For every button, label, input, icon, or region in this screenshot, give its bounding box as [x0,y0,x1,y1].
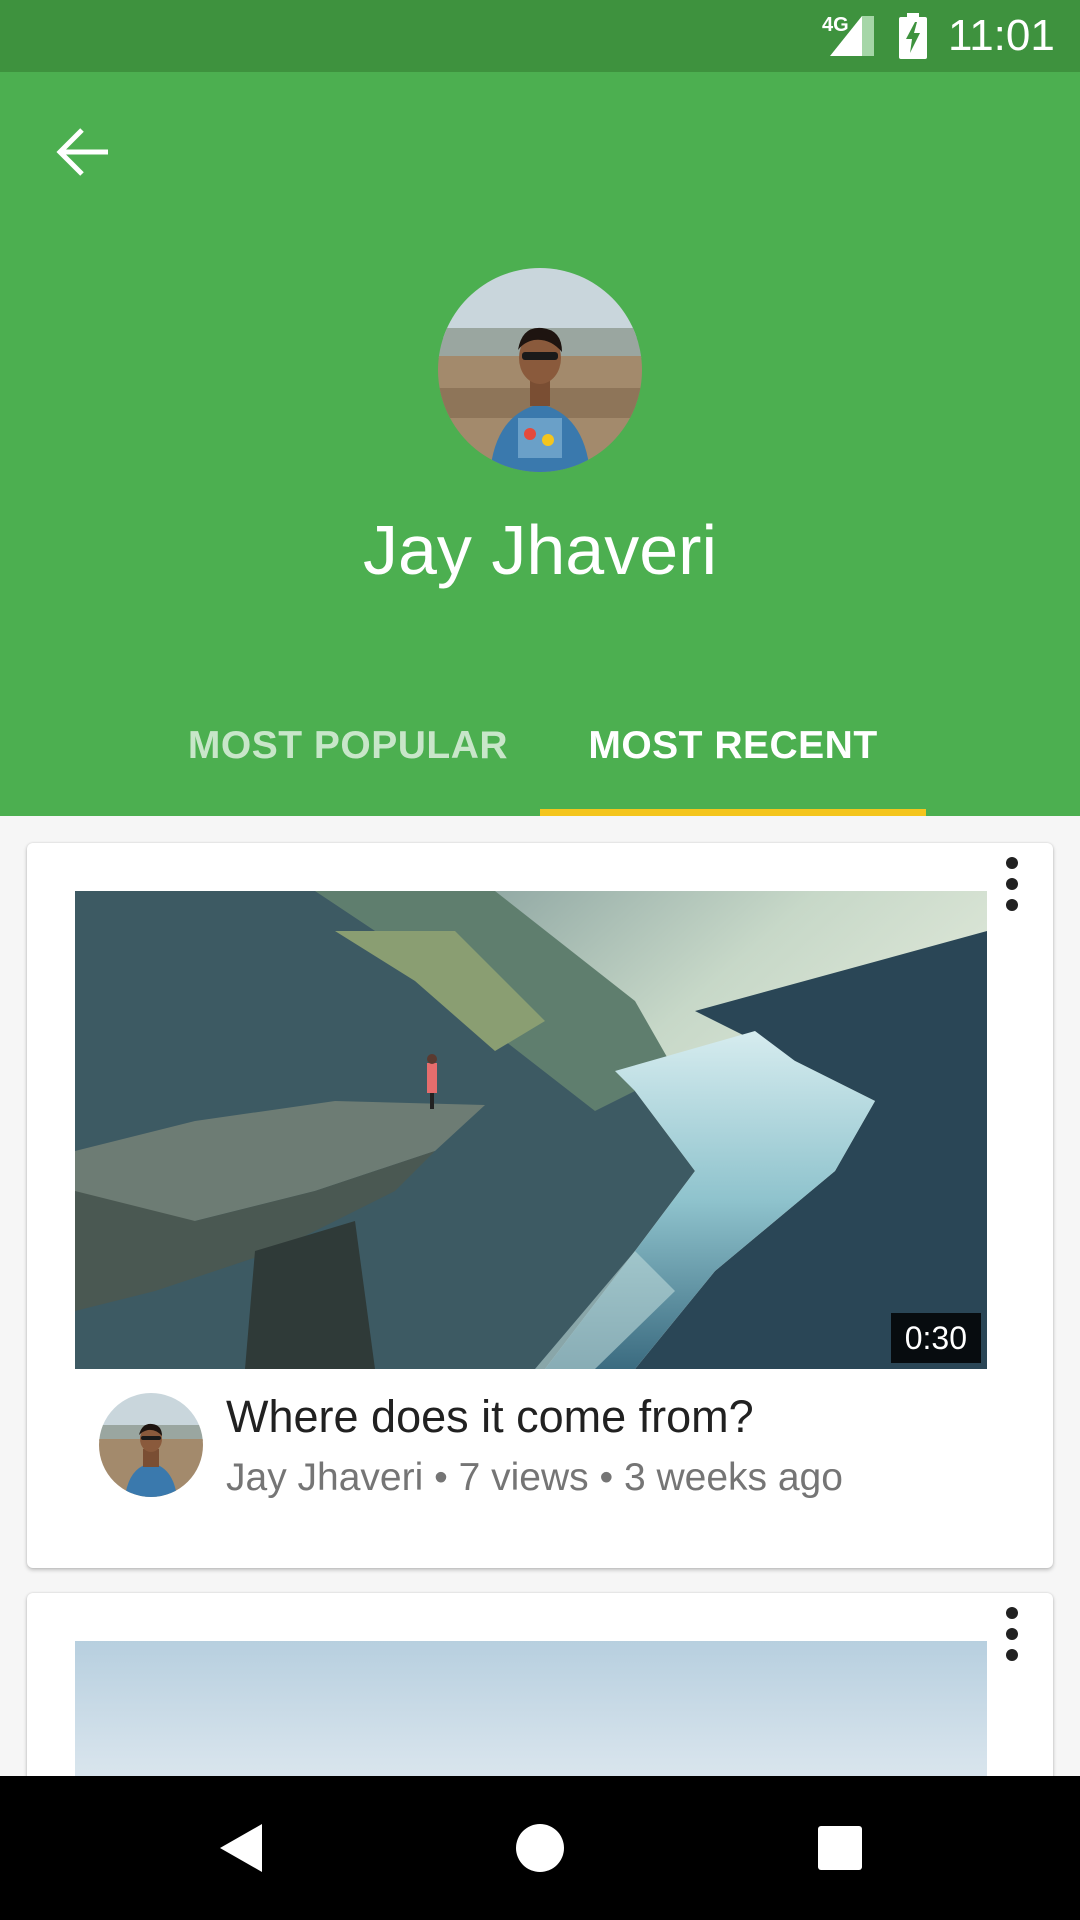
navigation-bar [0,1776,1080,1920]
video-thumbnail[interactable] [75,1641,987,1793]
tab-most-popular[interactable]: MOST POPULAR [150,716,546,776]
tab-most-recent[interactable]: MOST RECENT [540,716,926,776]
nav-back-icon[interactable] [180,1776,300,1920]
video-thumbnail[interactable]: 0:30 [75,891,987,1369]
video-card[interactable] [27,1593,1053,1793]
nav-recents-icon[interactable] [780,1776,900,1920]
tab-indicator [540,809,926,816]
video-title[interactable]: Where does it come from? [226,1389,754,1445]
nav-home-icon[interactable] [480,1776,600,1920]
clock: 11:01 [948,11,1055,60]
channel-avatar[interactable] [99,1393,203,1497]
profile-avatar [438,268,642,472]
video-card[interactable]: 0:30 Where does it come from? Jay Jhaver… [27,843,1053,1568]
more-options-icon[interactable] [997,1603,1027,1665]
battery-charging-icon [899,13,927,59]
video-duration: 0:30 [890,1313,981,1363]
video-meta: Jay Jhaveri • 7 views • 3 weeks ago [226,1456,843,1499]
signal-icon [830,16,874,56]
profile-name: Jay Jhaveri [362,511,718,589]
status-bar: 4G 11:01 [0,0,1080,72]
more-options-icon[interactable] [997,853,1027,915]
back-arrow-icon[interactable] [52,120,116,184]
